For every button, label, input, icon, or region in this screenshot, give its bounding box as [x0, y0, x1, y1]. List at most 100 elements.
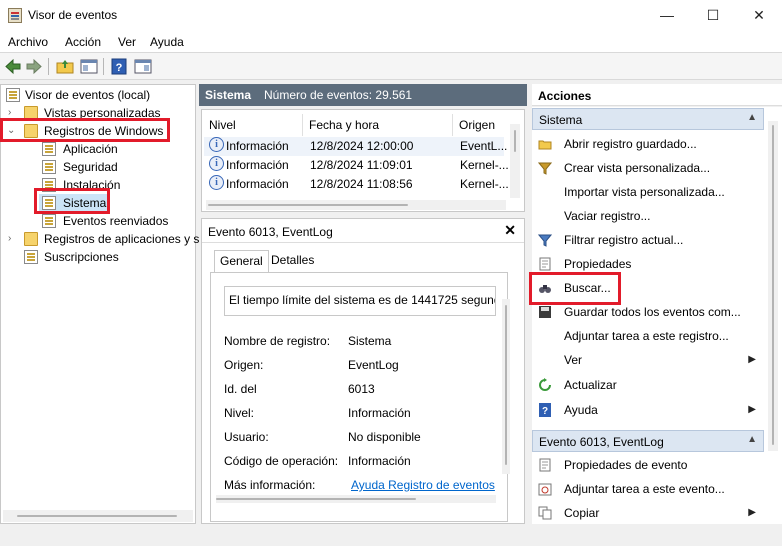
forward-arrow-icon[interactable]	[25, 58, 43, 75]
folder-icon	[24, 232, 38, 246]
action-refresh[interactable]: Actualizar	[532, 375, 764, 395]
show-hide-tree-icon[interactable]	[80, 58, 98, 75]
event-list-vertical-scrollbar[interactable]	[510, 124, 520, 198]
minimize-button[interactable]: —	[644, 0, 690, 31]
action-attach-task-event[interactable]: Adjuntar tarea a este evento...	[532, 479, 764, 499]
table-row[interactable]: i Información 12/8/2024 11:09:01 Kernel-…	[204, 156, 509, 175]
prop-label-opcode: Código de operación:	[224, 454, 339, 468]
event-list-horizontal-scrollbar[interactable]	[206, 200, 506, 210]
event-list: Nivel Fecha y hora Origen i Información …	[201, 109, 525, 212]
more-info-link[interactable]: Ayuda Registro de eventos	[351, 478, 495, 492]
column-header-source[interactable]: Origen	[453, 114, 503, 136]
action-copy[interactable]: Copiar ▶	[532, 503, 764, 523]
prop-label-more-info: Más información:	[224, 478, 316, 492]
log-icon	[42, 214, 56, 228]
menu-accion[interactable]: Acción	[65, 35, 101, 49]
collapse-arrow-icon[interactable]: ▲	[747, 112, 757, 123]
back-arrow-icon[interactable]	[4, 58, 22, 75]
prop-value-user: No disponible	[348, 430, 421, 444]
tree-item-label: Aplicación	[63, 142, 118, 156]
column-header-datetime[interactable]: Fecha y hora	[303, 114, 453, 136]
action-clear-log[interactable]: Vaciar registro...	[532, 206, 764, 226]
scrollbar-thumb[interactable]	[216, 498, 416, 500]
tree-item-label: Registros de aplicaciones y s	[44, 232, 200, 246]
action-label: Actualizar	[564, 378, 617, 392]
tab-details[interactable]: Detalles	[266, 250, 319, 272]
table-row[interactable]: i Información 12/8/2024 11:08:56 Kernel-…	[204, 175, 509, 194]
log-icon	[42, 160, 56, 174]
section-title: Sistema	[539, 113, 583, 127]
action-save-all-events[interactable]: Guardar todos los eventos com...	[532, 302, 764, 322]
action-label: Propiedades de evento	[564, 458, 688, 472]
toolbar-separator	[48, 58, 49, 75]
chevron-right-icon[interactable]: ›	[8, 230, 18, 248]
action-filter-current-log[interactable]: Filtrar registro actual...	[532, 230, 764, 250]
collapse-arrow-icon[interactable]: ▲	[747, 434, 757, 445]
event-detail-header: Evento 6013, EventLog ✕	[202, 219, 524, 243]
menu-archivo[interactable]: Archivo	[8, 35, 48, 49]
action-view[interactable]: Ver ▶	[532, 350, 764, 370]
menu-ver[interactable]: Ver	[118, 35, 136, 49]
action-create-custom-view[interactable]: Crear vista personalizada...	[532, 158, 764, 178]
highlight-windows-logs	[0, 118, 170, 142]
help-icon[interactable]: ?	[110, 58, 128, 75]
action-attach-task-log[interactable]: Adjuntar tarea a este registro...	[532, 326, 764, 346]
tree-item-label: Suscripciones	[44, 250, 119, 264]
close-button[interactable]: ✕	[736, 0, 782, 31]
action-properties[interactable]: Propiedades	[532, 254, 764, 274]
actions-title: Acciones	[538, 89, 592, 103]
event-level: Información	[226, 177, 289, 191]
event-source: Kernel-...	[460, 177, 509, 191]
help-icon: ?	[539, 403, 551, 417]
event-description: El tiempo límite del sistema es de 14417…	[224, 286, 496, 316]
actions-section-event[interactable]: Evento 6013, EventLog ▲	[532, 430, 764, 452]
filter-icon	[538, 234, 552, 247]
table-row[interactable]: i Información 12/8/2024 12:00:00 EventL.…	[204, 137, 507, 156]
detail-vertical-scrollbar[interactable]	[502, 299, 510, 474]
section-title: Evento 6013, EventLog	[539, 435, 664, 449]
action-label: Ver	[564, 353, 583, 367]
scrollbar-thumb[interactable]	[17, 515, 177, 517]
close-detail-icon[interactable]: ✕	[504, 222, 516, 239]
action-help[interactable]: ? Ayuda ▶	[532, 400, 764, 420]
tab-general[interactable]: General	[214, 250, 269, 272]
action-import-custom-view[interactable]: Importar vista personalizada...	[532, 182, 764, 202]
event-level: Información	[226, 158, 289, 172]
information-icon: i	[209, 137, 224, 152]
open-folder-icon	[538, 140, 552, 150]
detail-horizontal-scrollbar[interactable]	[216, 495, 496, 503]
event-detail-pane: Evento 6013, EventLog ✕ General Detalles…	[201, 218, 525, 524]
action-open-saved-log[interactable]: Abrir registro guardado...	[532, 134, 764, 154]
event-datetime: 12/8/2024 12:00:00	[310, 139, 414, 153]
tree-horizontal-scrollbar[interactable]	[3, 510, 193, 522]
action-label: Importar vista personalizada...	[564, 185, 725, 199]
show-action-pane-icon[interactable]	[134, 58, 152, 75]
event-viewer-app-icon	[8, 8, 22, 23]
svg-text:?: ?	[116, 62, 123, 74]
column-header-level[interactable]: Nivel	[203, 114, 303, 136]
submenu-arrow-icon: ▶	[748, 354, 756, 365]
log-header: Sistema Número de eventos: 29.561	[199, 84, 527, 106]
folder-up-icon[interactable]	[56, 58, 74, 75]
tree-item-label: Seguridad	[63, 160, 118, 174]
action-label: Adjuntar tarea a este evento...	[564, 482, 725, 496]
scrollbar-thumb[interactable]	[772, 125, 774, 445]
scrollbar-thumb[interactable]	[505, 305, 507, 465]
scrollbar-thumb[interactable]	[208, 204, 408, 206]
action-label: Abrir registro guardado...	[564, 137, 697, 151]
event-level: Información	[226, 139, 289, 153]
menu-ayuda[interactable]: Ayuda	[150, 35, 184, 49]
event-datetime: 12/8/2024 11:09:01	[310, 158, 413, 172]
actions-section-system[interactable]: Sistema ▲	[532, 108, 764, 130]
scrollbar-thumb[interactable]	[514, 130, 516, 152]
menu-bar: Archivo Acción Ver Ayuda	[0, 31, 782, 53]
prop-value-log-name: Sistema	[348, 334, 392, 348]
maximize-button[interactable]: ☐	[690, 0, 736, 31]
event-viewer-icon	[6, 88, 20, 102]
submenu-arrow-icon: ▶	[748, 507, 756, 518]
toolbar: ?	[0, 53, 782, 80]
actions-header: Acciones	[532, 84, 782, 106]
actions-pane: Sistema ▲ Abrir registro guardado... Cre…	[532, 107, 782, 524]
actions-vertical-scrollbar[interactable]	[768, 121, 778, 451]
action-event-properties[interactable]: Propiedades de evento	[532, 455, 764, 475]
